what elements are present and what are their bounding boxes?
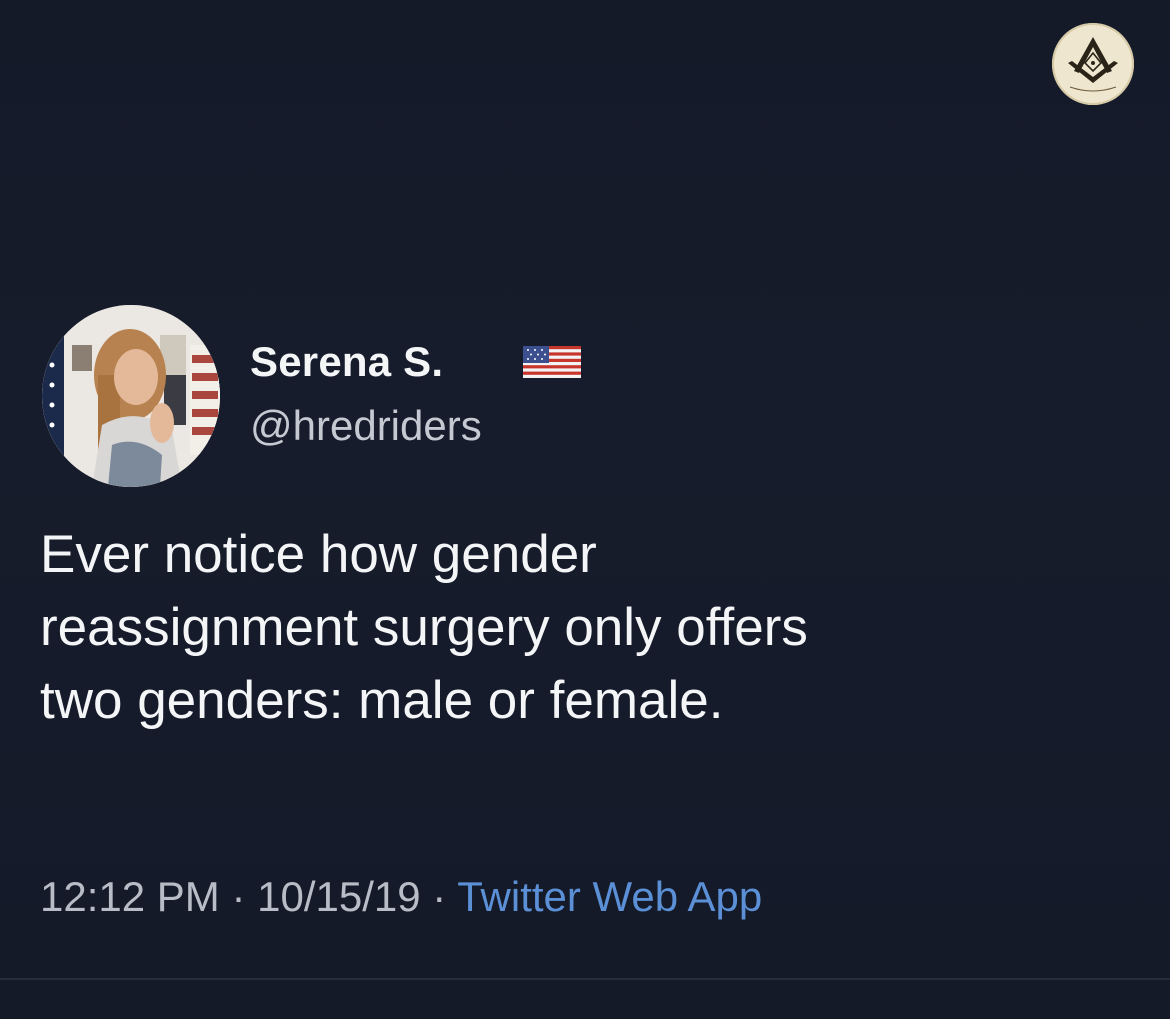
tweet-text: Ever notice how gender reassignment surg… xyxy=(40,518,1150,737)
tweet-text-line: two genders: male or female. xyxy=(40,671,724,730)
meta-separator: · xyxy=(219,873,258,920)
tweet-date[interactable]: 10/15/19 xyxy=(257,873,421,920)
watermark-logo-icon xyxy=(1052,23,1134,105)
avatar[interactable] xyxy=(42,305,220,487)
tweet-text-line: Ever notice how gender xyxy=(40,525,597,584)
tweet-time[interactable]: 12:12 PM xyxy=(40,873,220,920)
display-name[interactable]: Serena S. xyxy=(250,338,443,386)
tweet-text-line: reassignment surgery only offers xyxy=(40,598,808,657)
meta-separator: · xyxy=(420,873,458,920)
divider xyxy=(0,978,1170,980)
user-handle[interactable]: @hredriders xyxy=(250,402,482,450)
tweet-source-link[interactable]: Twitter Web App xyxy=(457,873,762,920)
us-flag-icon xyxy=(523,346,581,378)
tweet-screenshot: Serena S. @hredriders Ever notice how ge… xyxy=(0,0,1170,1019)
tweet-meta: 12:12 PM · 10/15/19 · Twitter Web App xyxy=(40,873,762,921)
